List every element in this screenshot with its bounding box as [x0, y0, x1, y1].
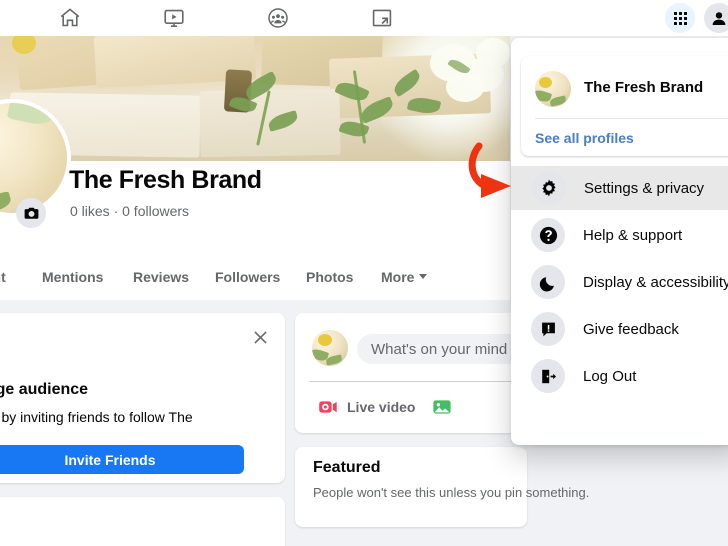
tab-label: More [381, 268, 415, 285]
tab-followers[interactable]: Followers [215, 269, 280, 285]
nav-right-actions [665, 3, 728, 33]
chevron-down-icon [419, 274, 428, 279]
account-menu-panel: The Fresh Brand See all profiles Setting… [511, 38, 728, 445]
facebook-page-screen: The Fresh Brand 0 likes · 0 followers ou… [0, 0, 728, 546]
tab-label: Reviews [133, 268, 190, 285]
page-stats: 0 likes · 0 followers [70, 203, 190, 219]
menu-item-settings-privacy[interactable]: Settings & privacy [511, 166, 728, 210]
post-composer-card: What's on your mind Live video [295, 313, 557, 433]
menu-item-label: Settings & privacy [584, 179, 705, 197]
question-circle-icon [531, 218, 565, 252]
tab-label: out [0, 268, 6, 285]
tab-about[interactable]: out [0, 269, 6, 285]
menu-item-help-support[interactable]: Help & support [520, 213, 728, 257]
top-navigation-bar [0, 0, 728, 36]
moon-icon [531, 265, 565, 299]
cover-photo[interactable] [0, 36, 510, 161]
live-video-icon [319, 401, 337, 413]
home-icon[interactable] [18, 1, 122, 35]
menu-profile-card[interactable]: The Fresh Brand See all profiles [521, 56, 728, 156]
tab-more[interactable]: More [381, 268, 428, 285]
camera-icon[interactable] [16, 198, 46, 228]
grow-page-audience-card: Page audience ach by inviting friends to… [0, 313, 285, 483]
account-avatar-button[interactable] [704, 3, 728, 33]
invite-friends-button[interactable]: Invite Friends [0, 445, 244, 474]
page-title: The Fresh Brand [69, 166, 262, 194]
menu-profile-name: The Fresh Brand [584, 79, 704, 96]
composer-avatar[interactable] [312, 330, 348, 366]
tab-label: Photos [306, 268, 354, 285]
photo-video-icon [433, 400, 452, 414]
featured-title: Featured [313, 459, 381, 476]
menu-profile-divider [535, 118, 728, 119]
menu-item-give-feedback[interactable]: Give feedback [520, 307, 728, 351]
photo-video-button[interactable] [423, 389, 469, 425]
watch-video-icon[interactable] [122, 1, 226, 35]
live-video-button[interactable]: Live video [309, 389, 423, 425]
tab-photos[interactable]: Photos [306, 269, 353, 285]
menu-item-label: Log Out [583, 367, 637, 385]
nav-icon-group [0, 1, 728, 35]
menu-item-label: Help & support [583, 226, 683, 244]
menu-item-label: Display & accessibility [583, 273, 728, 291]
tab-label: Mentions [42, 268, 104, 285]
see-all-profiles-link[interactable]: See all profiles [535, 130, 634, 146]
featured-subtitle: People won't see this unless you pin som… [313, 485, 590, 500]
card-subtitle: ach by inviting friends to follow The [0, 409, 193, 425]
left-secondary-card [0, 497, 285, 546]
menu-profile-avatar [535, 71, 571, 107]
close-icon[interactable] [248, 325, 272, 349]
menu-item-log-out[interactable]: Log Out [520, 354, 728, 398]
groups-icon[interactable] [226, 1, 330, 35]
menu-grid-icon[interactable] [665, 3, 695, 33]
card-title: Page audience [0, 381, 89, 398]
tab-mentions[interactable]: Mentions [42, 269, 103, 285]
menu-item-display-accessibility[interactable]: Display & accessibility [520, 260, 728, 304]
tab-label: Followers [215, 268, 281, 285]
grid-dots [673, 11, 687, 25]
page-tab-bar: out Mentions Reviews Followers Photos Mo… [0, 253, 510, 300]
featured-card: Featured People won't see this unless yo… [295, 447, 589, 527]
composer-divider [309, 381, 513, 382]
menu-item-label: Give feedback [583, 320, 679, 338]
gear-icon [532, 171, 566, 205]
composer-actions: Live video [309, 389, 469, 425]
feedback-icon [531, 312, 565, 346]
tab-reviews[interactable]: Reviews [133, 269, 189, 285]
gaming-icon[interactable] [330, 1, 434, 35]
logout-icon [531, 359, 565, 393]
live-video-label: Live video [347, 399, 416, 415]
